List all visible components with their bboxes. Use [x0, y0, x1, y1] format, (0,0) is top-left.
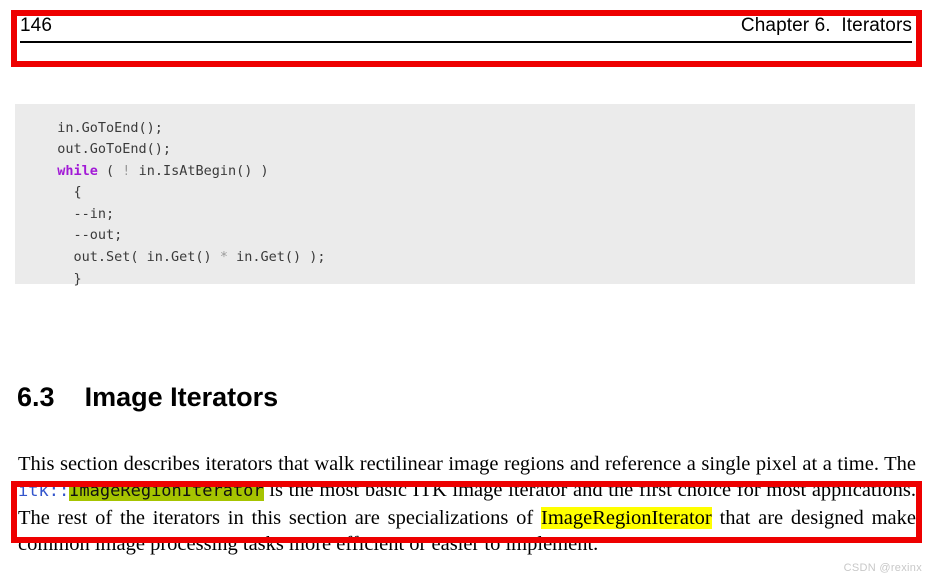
paragraph-text-part1: This section describes iterators that wa… [18, 452, 916, 475]
code-line-indent [41, 227, 74, 243]
code-line-text: out.GoToEnd(); [57, 141, 172, 158]
code-line-text: ( [97, 162, 123, 179]
code-line-indent [41, 249, 74, 265]
code-line: out.Set( in.Get() * in.Get() ); [41, 249, 326, 265]
code-line: --out; [41, 227, 123, 244]
code-line-text: in.GoToEnd(); [57, 119, 163, 136]
code-operator-multiply: * [219, 249, 228, 266]
code-line: { [41, 184, 82, 200]
code-line-text: out.Set( in.Get() [73, 249, 220, 266]
code-line-indent [41, 141, 57, 157]
section-heading-gap [55, 382, 85, 412]
code-line: } [41, 271, 82, 287]
page-header: 146 Chapter 6. Iterators [20, 14, 912, 48]
code-line-indent [41, 271, 74, 287]
code-line-text: } [73, 270, 82, 287]
section-number: 6.3 [17, 382, 55, 413]
code-line-text: in.Get() ); [227, 249, 326, 266]
namespace-prefix-itk: itk:: [18, 481, 70, 501]
code-line-indent [41, 120, 57, 136]
code-block: in.GoToEnd(); out.GoToEnd(); while ( ! i… [15, 103, 915, 287]
page-number: 146 [20, 15, 53, 36]
body-paragraph: This section describes iterators that wa… [18, 451, 916, 558]
code-line: out.GoToEnd(); [41, 141, 171, 157]
code-line-indent [41, 206, 74, 222]
code-line-text: --out; [73, 227, 123, 244]
code-line-text: in.IsAtBegin() ) [130, 162, 269, 179]
watermark: CSDN @rexinx [843, 562, 922, 574]
code-line: in.GoToEnd(); [41, 120, 163, 136]
section-heading: 6.3 Image Iterators [17, 380, 278, 414]
highlight-yellow-imageregioniterator: ImageRegionIterator [541, 506, 712, 529]
code-line-indent [41, 184, 74, 200]
code-line: while ( ! in.IsAtBegin() ) [41, 162, 269, 179]
header-rule-divider [20, 41, 912, 43]
code-line-indent [41, 163, 57, 179]
section-title: Image Iterators [84, 382, 279, 413]
page-header-row: 146 Chapter 6. Iterators [20, 14, 912, 38]
code-line-text: { [73, 184, 82, 201]
highlight-green-imageregioniterator: ImageRegionIterator [69, 481, 264, 501]
code-line-text: --in; [73, 205, 115, 222]
code-keyword-while: while [57, 162, 98, 179]
code-line: --in; [41, 205, 115, 222]
chapter-title: Chapter 6. Iterators [740, 15, 912, 36]
